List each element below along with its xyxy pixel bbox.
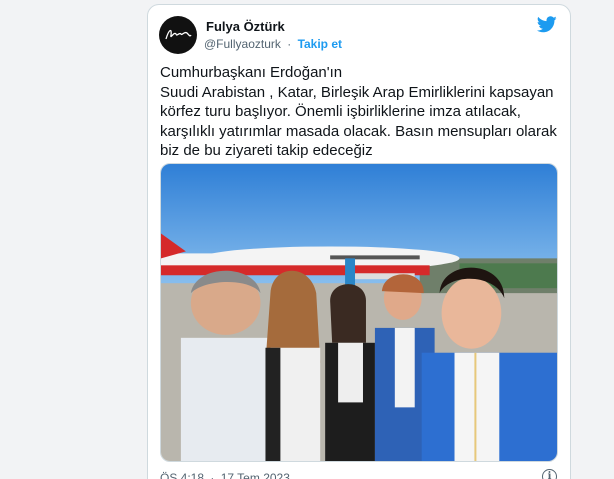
signature-logo <box>165 29 192 40</box>
author-name[interactable]: Fulya Öztürk <box>206 19 285 34</box>
tweet-time: ÖS 4:18 <box>160 471 205 479</box>
tweet-date: 17 Tem 2023 <box>220 471 290 479</box>
tweet-photo[interactable] <box>160 163 558 462</box>
follow-button[interactable]: Takip et <box>298 37 342 51</box>
avatar[interactable] <box>159 16 197 54</box>
author-handle[interactable]: @Fullyaozturk <box>204 37 281 51</box>
tweet-card[interactable]: Fulya Öztürk @Fullyaozturk · Takip et Cu… <box>147 4 571 479</box>
selfie-photo <box>161 164 557 461</box>
separator: · <box>287 37 292 51</box>
twitter-bird-icon[interactable] <box>537 16 557 33</box>
info-icon[interactable]: i <box>542 469 557 479</box>
tweet-timestamp[interactable]: ÖS 4:18 · 17 Tem 2023 <box>160 471 290 479</box>
separator: · <box>210 471 215 479</box>
author-meta: @Fullyaozturk · Takip et <box>204 37 342 51</box>
tweet-text: Cumhurbaşkanı Erdoğan'ın Suudi Arabistan… <box>160 64 557 159</box>
